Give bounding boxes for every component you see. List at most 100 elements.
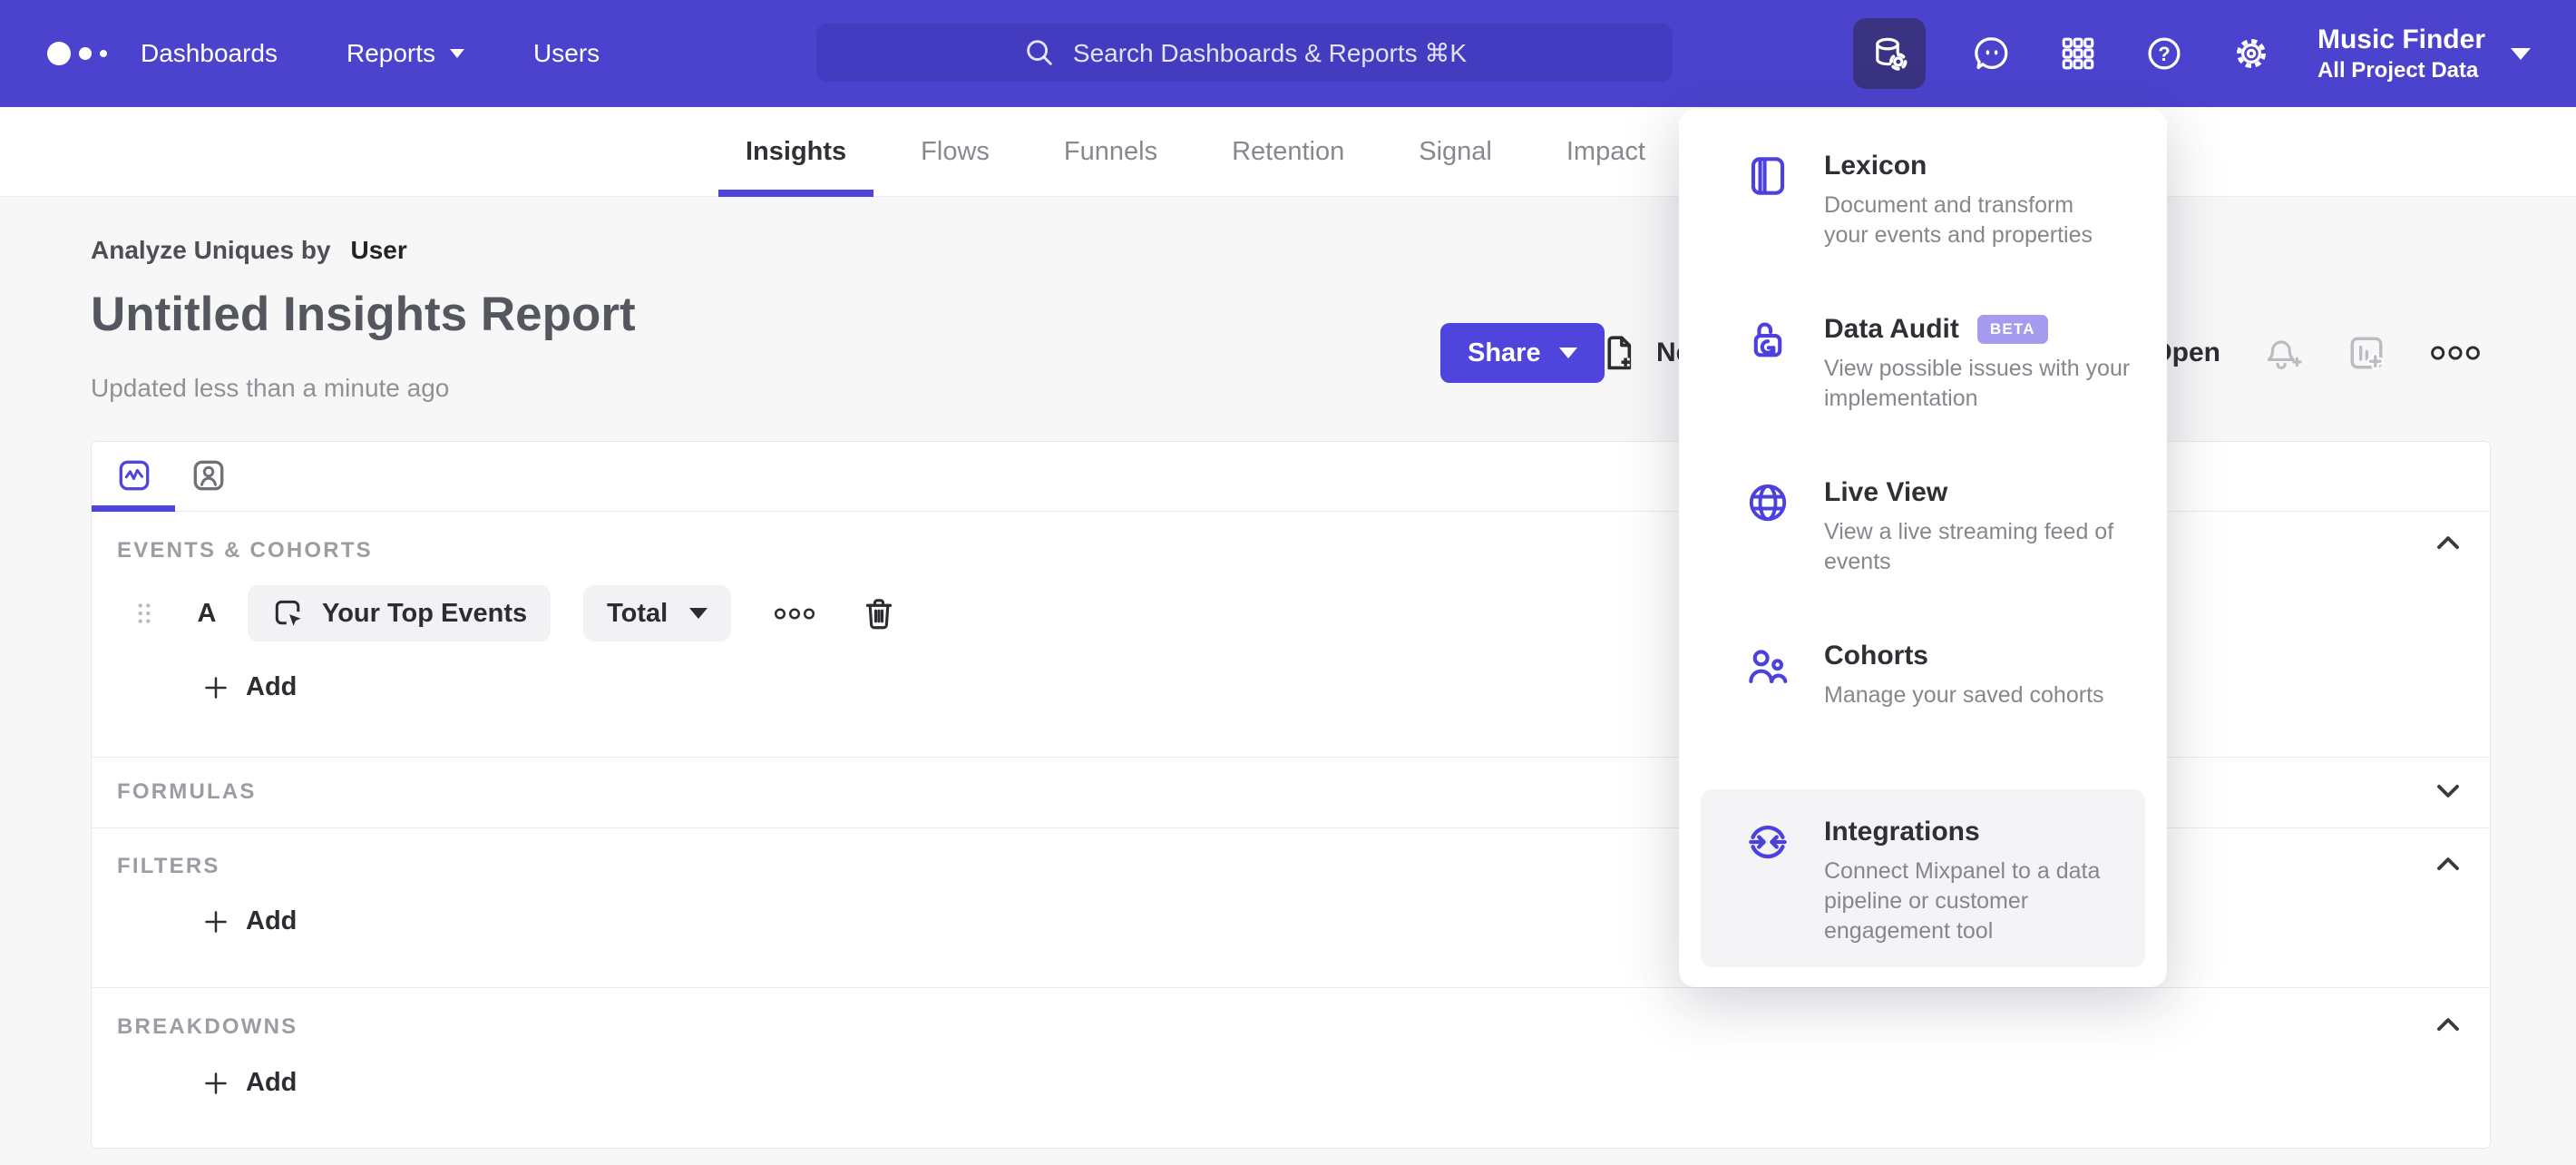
add-label: Add: [246, 1068, 298, 1097]
collapse-filters-icon[interactable]: [2430, 847, 2466, 883]
add-breakdown-button[interactable]: Add: [202, 1068, 297, 1098]
chevron-down-icon: [450, 49, 465, 58]
menu-item-title: Integrations: [1824, 817, 1980, 847]
delete-event-button[interactable]: [860, 594, 898, 632]
create-alert-button[interactable]: [2262, 332, 2304, 374]
menu-item-cohorts[interactable]: Cohorts Manage your saved cohorts: [1679, 641, 2167, 804]
share-label: Share: [1468, 338, 1541, 367]
events-cohorts-label: EVENTS & COHORTS: [117, 538, 373, 563]
chevron-down-icon: [689, 608, 708, 619]
integrations-sync-icon: [1749, 825, 1787, 859]
data-management-icon: [1876, 37, 1908, 71]
menu-item-title: Data Audit BETA: [1824, 314, 2130, 345]
nav-label: Users: [533, 39, 600, 67]
tab-flows[interactable]: Flows: [893, 107, 1017, 197]
drag-handle[interactable]: [135, 601, 153, 626]
nav-item-users[interactable]: Users: [533, 39, 600, 68]
share-button[interactable]: Share: [1440, 323, 1605, 383]
active-tab-underline: [92, 505, 175, 512]
menu-item-desc: Document and transform your events and p…: [1824, 192, 2093, 248]
add-label: Add: [246, 672, 298, 701]
breakdowns-label: BREAKDOWNS: [117, 1014, 298, 1039]
nav-item-reports[interactable]: Reports: [346, 39, 465, 68]
apps-grid-button[interactable]: [2058, 34, 2098, 73]
menu-item-lexicon[interactable]: Lexicon Document and transform your even…: [1679, 151, 2167, 314]
formulas-label: FORMULAS: [117, 779, 257, 804]
more-options-button[interactable]: [2429, 344, 2482, 362]
search-input[interactable]: Search Dashboards & Reports ⌘K: [816, 24, 1673, 82]
event-name: Your Top Events: [322, 598, 528, 628]
profile-card-icon: [193, 460, 224, 491]
cohorts-users-icon: [1749, 650, 1788, 683]
section-divider: [92, 987, 2490, 988]
settings-button[interactable]: [2230, 33, 2272, 74]
menu-item-integrations[interactable]: Integrations Connect Mixpanel to a data …: [1701, 789, 2145, 967]
tab-insights[interactable]: Insights: [718, 107, 874, 197]
chevron-down-icon: [1558, 348, 1577, 358]
logo-dot: [47, 42, 71, 65]
collapse-events-icon[interactable]: [2430, 525, 2466, 562]
primary-nav: Dashboards Reports Users: [141, 0, 600, 107]
menu-item-text: Data Audit BETA View possible issues wit…: [1824, 314, 2130, 414]
menu-item-text: Cohorts Manage your saved cohorts: [1824, 641, 2104, 710]
tab-impact[interactable]: Impact: [1539, 107, 1673, 197]
menu-item-title: Live View: [1824, 477, 1948, 507]
tab-signal[interactable]: Signal: [1391, 107, 1519, 197]
event-selector[interactable]: Your Top Events: [248, 585, 551, 641]
menu-item-text: Lexicon Document and transform your even…: [1824, 151, 2093, 250]
tab-retention[interactable]: Retention: [1205, 107, 1371, 197]
data-management-button[interactable]: [1852, 18, 1926, 89]
events-view-tab[interactable]: [115, 456, 153, 494]
more-dots-icon: [775, 607, 815, 620]
add-filter-button[interactable]: Add: [202, 906, 297, 936]
nav-label: Dashboards: [141, 39, 278, 67]
event-more-options-button[interactable]: [773, 606, 816, 622]
report-title[interactable]: Untitled Insights Report: [91, 287, 636, 342]
nav-label: Reports: [346, 39, 436, 67]
activity-chart-icon: [119, 460, 150, 491]
menu-item-text: Integrations Connect Mixpanel to a data …: [1824, 817, 2100, 946]
add-to-dashboard-button[interactable]: [2346, 332, 2387, 374]
help-button[interactable]: ?: [2143, 33, 2185, 74]
svg-text:?: ?: [2158, 43, 2170, 65]
menu-item-data-audit[interactable]: Data Audit BETA View possible issues wit…: [1679, 314, 2167, 477]
mixpanel-logo[interactable]: [47, 0, 107, 107]
apps-grid-icon: [2062, 37, 2094, 70]
nav-item-dashboards[interactable]: Dashboards: [141, 39, 278, 68]
nav-right-cluster: ? Music Finder All Project Data: [1852, 0, 2531, 107]
settings-gear-icon: [2236, 38, 2266, 69]
data-audit-lock-icon: [1753, 322, 1782, 357]
tab-funnels[interactable]: Funnels: [1037, 107, 1185, 197]
top-nav: Dashboards Reports Users Search Dashboar…: [0, 0, 2576, 107]
project-selector[interactable]: Music Finder All Project Data: [2317, 23, 2531, 84]
expand-formulas-icon[interactable]: [2430, 772, 2466, 808]
menu-item-desc: Connect Mixpanel to a data pipeline or c…: [1824, 858, 2101, 944]
project-name: Music Finder: [2317, 24, 2485, 55]
menu-item-title: Cohorts: [1824, 641, 1928, 671]
live-view-globe-icon: [1749, 484, 1787, 522]
updated-timestamp: Updated less than a minute ago: [91, 374, 450, 402]
chart-plus-icon: [2350, 337, 2385, 370]
search-icon: [1027, 40, 1052, 65]
trash-icon: [866, 599, 893, 630]
logo-dot: [100, 50, 107, 57]
feedback-button[interactable]: [1971, 33, 2013, 74]
filters-label: FILTERS: [117, 854, 220, 878]
more-dots-icon: [2431, 346, 2480, 360]
menu-item-live-view[interactable]: Live View View a live streaming feed of …: [1679, 477, 2167, 641]
collapse-breakdowns-icon[interactable]: [2430, 1007, 2466, 1043]
analyze-label: Analyze Uniques by: [91, 236, 331, 264]
event-click-icon: [275, 600, 301, 626]
menu-item-desc: View a live streaming feed of events: [1824, 519, 2114, 574]
metric-selector[interactable]: Total: [583, 585, 732, 641]
plus-icon: [205, 1072, 227, 1094]
beta-badge: BETA: [1976, 315, 2048, 344]
add-label: Add: [246, 906, 298, 935]
chevron-down-icon: [2511, 47, 2531, 60]
event-row-letter: A: [197, 598, 217, 628]
add-event-button[interactable]: Add: [202, 672, 297, 702]
search-placeholder: Search Dashboards & Reports ⌘K: [1072, 38, 1468, 67]
menu-item-desc: Manage your saved cohorts: [1824, 682, 2104, 708]
analyze-value-selector[interactable]: User: [351, 236, 407, 264]
profiles-view-tab[interactable]: [190, 456, 228, 494]
